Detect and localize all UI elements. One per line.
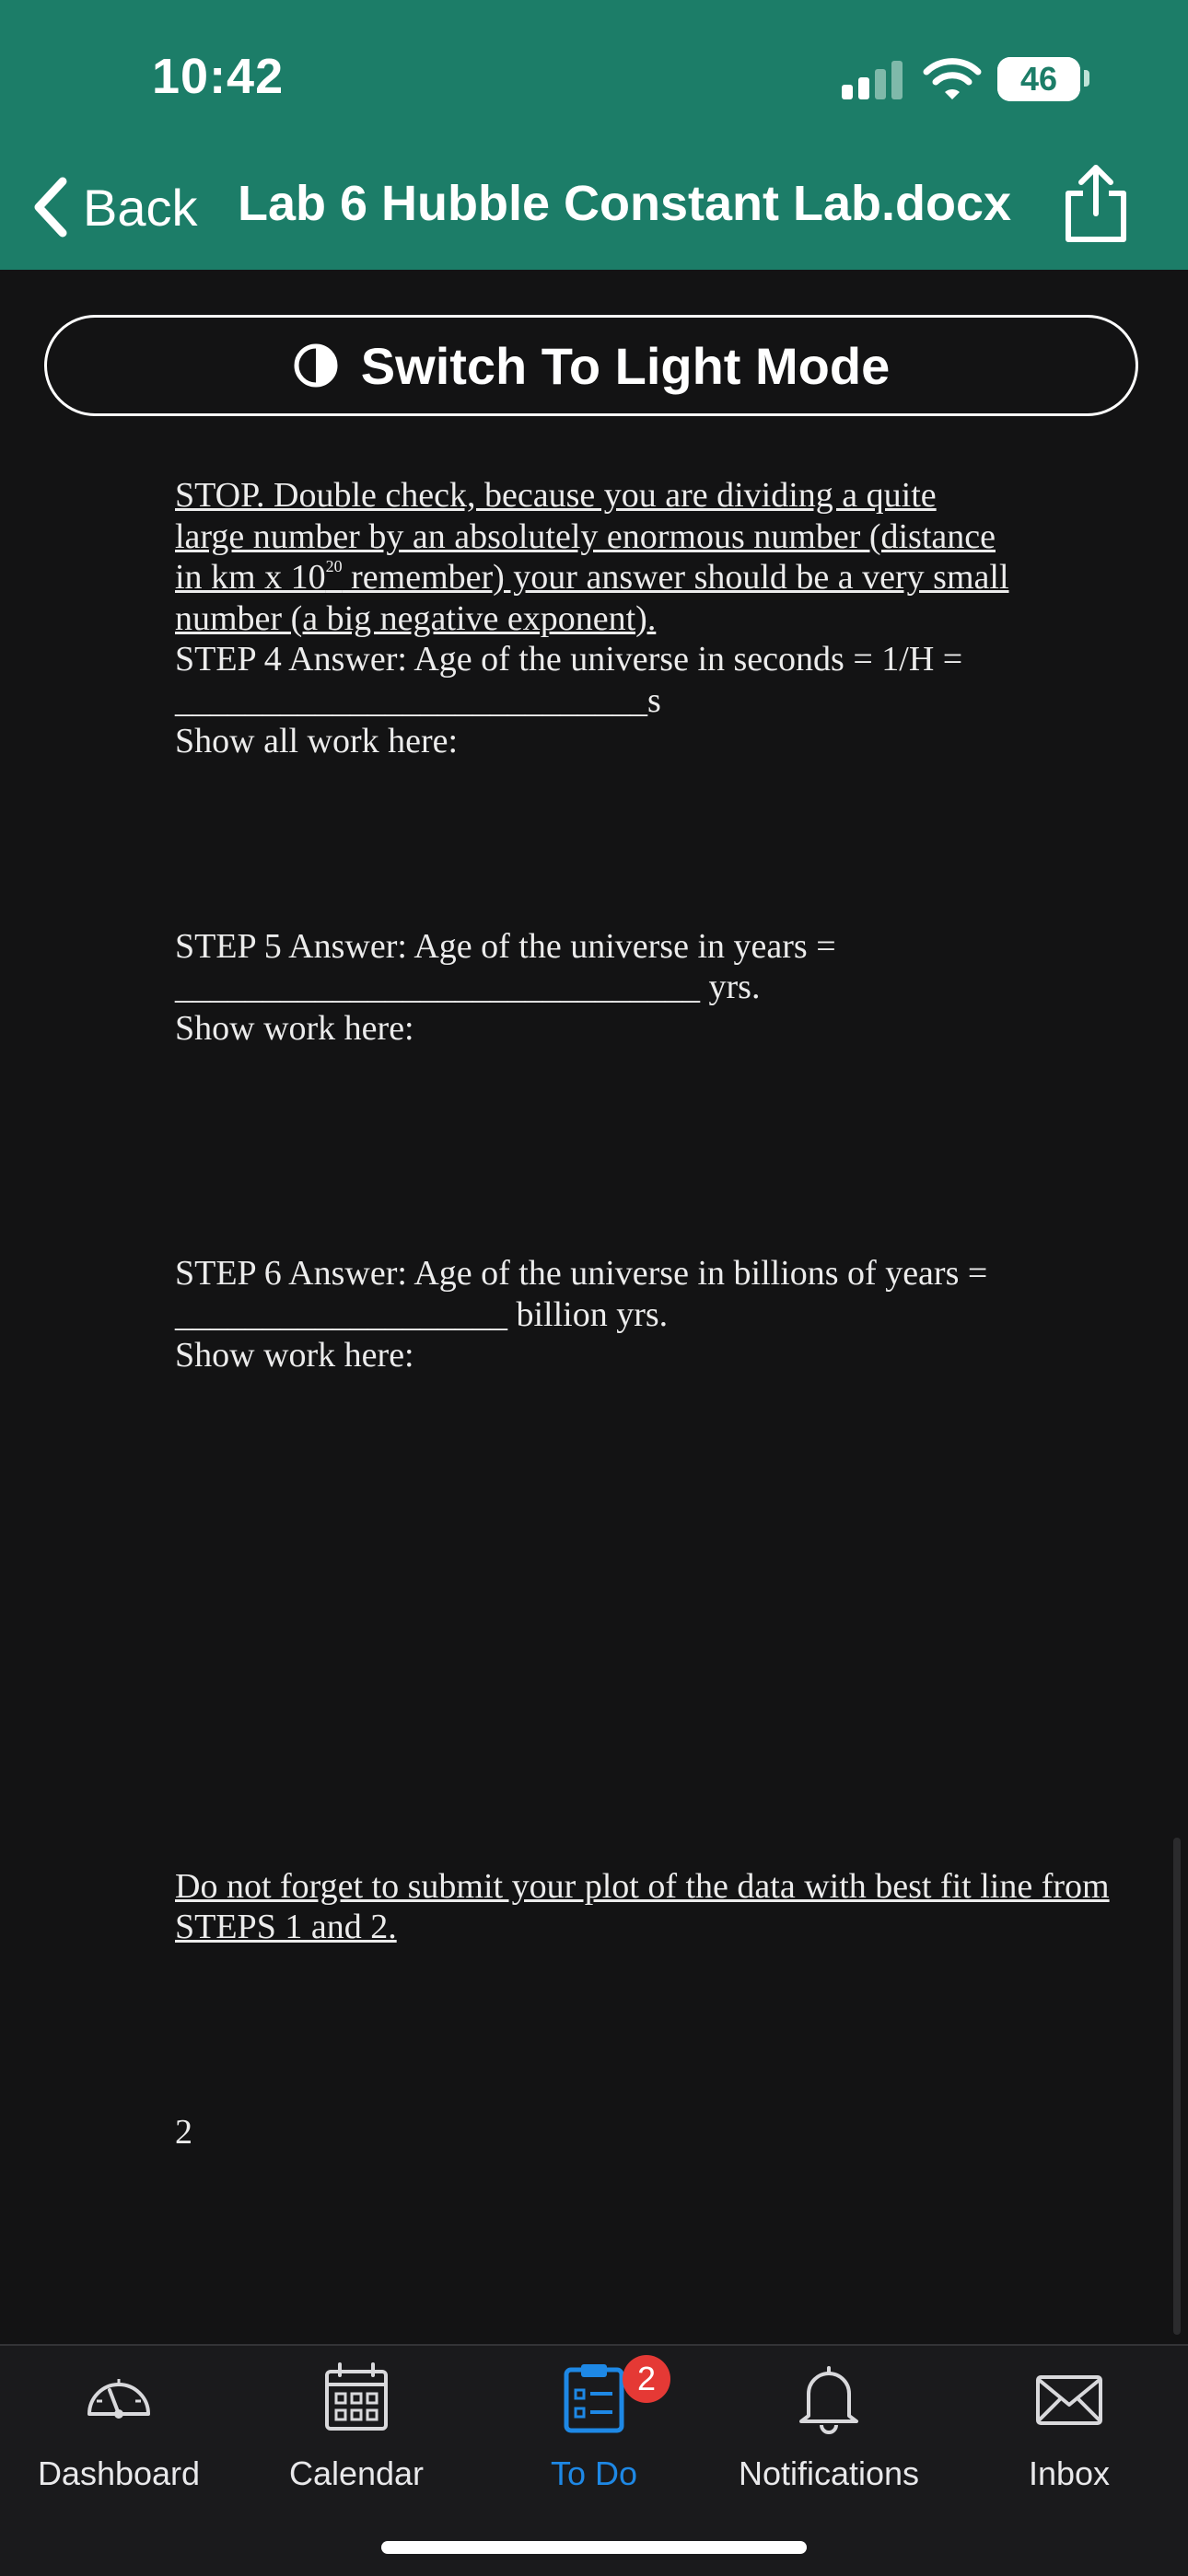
stop-note-line: large number by an absolutely enormous n… bbox=[175, 516, 996, 556]
stop-note-line: in km x 1020 remember) your answer shoul… bbox=[175, 557, 1133, 598]
envelope-icon bbox=[1036, 2375, 1102, 2425]
page-number: 2 bbox=[175, 2112, 192, 2152]
tab-calendar[interactable]: Calendar bbox=[256, 2346, 457, 2512]
answer-blank: ___________________ bbox=[175, 1294, 507, 1334]
answer-blank: ___________________________ bbox=[175, 680, 647, 720]
back-button[interactable]: Back bbox=[31, 166, 198, 249]
tab-label: Notifications bbox=[738, 2454, 920, 2492]
step6-question: STEP 6 Answer: Age of the universe in bi… bbox=[175, 1254, 988, 1293]
reminder-line: Do not forget to submit your plot of the… bbox=[175, 1866, 1110, 1906]
switch-light-mode-label: Switch To Light Mode bbox=[360, 336, 891, 395]
battery-level: 46 bbox=[1019, 60, 1058, 98]
document-title: Lab 6 Hubble Constant Lab.docx bbox=[238, 176, 1012, 231]
reminder-line: STEPS 1 and 2. bbox=[175, 1908, 397, 1946]
document-content: STOP. Double check, because you are divi… bbox=[175, 475, 1133, 2152]
tab-label: Calendar bbox=[288, 2454, 425, 2492]
step5-question: STEP 5 Answer: Age of the universe in ye… bbox=[175, 926, 836, 966]
stop-note-line: number (a big negative exponent). bbox=[175, 598, 657, 638]
stop-note-text: remember) your answer should be a very s… bbox=[342, 558, 1009, 597]
chevron-left-icon bbox=[34, 177, 67, 238]
scrollbar[interactable] bbox=[1173, 1838, 1181, 2335]
cellular-signal-icon bbox=[842, 61, 903, 99]
dashboard-icon bbox=[87, 2379, 150, 2419]
step5-work-label: Show work here: bbox=[175, 1008, 414, 1048]
tab-inbox[interactable]: Inbox bbox=[969, 2346, 1170, 2512]
exponent: 20 bbox=[325, 557, 343, 575]
calendar-icon bbox=[325, 2362, 388, 2431]
tab-label: To Do bbox=[550, 2454, 638, 2492]
battery-cap bbox=[1084, 70, 1089, 87]
answer-blank: ______________________________ bbox=[175, 968, 700, 1006]
step4-answer-line: ___________________________s bbox=[175, 680, 1133, 722]
answer-unit: billion yrs. bbox=[507, 1294, 669, 1334]
home-indicator[interactable] bbox=[381, 2541, 807, 2554]
battery-indicator: 46 bbox=[997, 57, 1080, 101]
tab-label: Dashboard bbox=[37, 2454, 201, 2492]
stop-note-line: STOP. Double check, because you are divi… bbox=[175, 476, 937, 515]
app-header: 10:42 46 Back Lab 6 Hubble Constant Lab.… bbox=[0, 0, 1188, 270]
step4-question: STEP 4 Answer: Age of the universe in se… bbox=[175, 640, 963, 679]
switch-light-mode-button[interactable]: Switch To Light Mode bbox=[44, 315, 1138, 416]
bell-icon bbox=[799, 2366, 858, 2434]
todo-count-badge: 2 bbox=[623, 2355, 670, 2403]
share-icon[interactable] bbox=[1061, 162, 1131, 245]
tab-label: Inbox bbox=[1028, 2454, 1111, 2492]
step5-answer-line: ______________________________ yrs. bbox=[175, 967, 1133, 1008]
back-label: Back bbox=[83, 178, 198, 237]
answer-unit: s bbox=[647, 680, 661, 720]
step6-answer-line: ___________________ billion yrs. bbox=[175, 1294, 1133, 1336]
stop-note-text: in km x 10 bbox=[175, 558, 326, 597]
step6-work-label: Show work here: bbox=[175, 1336, 414, 1375]
contrast-icon bbox=[294, 343, 338, 388]
todo-icon bbox=[564, 2364, 624, 2433]
answer-unit: yrs. bbox=[700, 968, 761, 1006]
status-time: 10:42 bbox=[152, 49, 285, 104]
tab-dashboard[interactable]: Dashboard bbox=[18, 2346, 219, 2512]
wifi-icon bbox=[923, 58, 982, 99]
tab-notifications[interactable]: Notifications bbox=[728, 2346, 930, 2512]
step4-work-label: Show all work here: bbox=[175, 722, 459, 760]
